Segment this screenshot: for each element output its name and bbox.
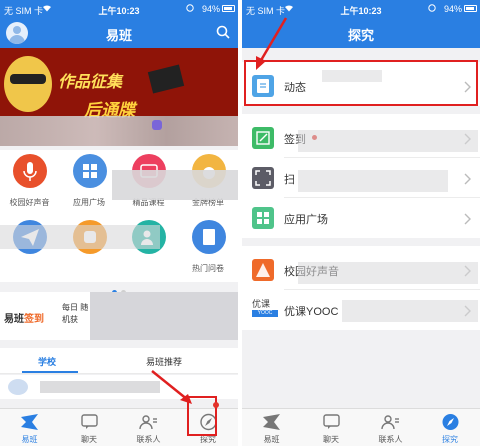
tab-label: 探究 xyxy=(442,435,458,444)
battery-percent: 94% xyxy=(201,4,220,14)
tab-compass[interactable]: 探究 xyxy=(421,409,480,446)
tab-label: 联系人 xyxy=(378,435,403,444)
yooc-logo-icon: 优课 YOOC xyxy=(252,299,278,321)
scan-icon xyxy=(252,167,274,189)
notification-dot xyxy=(213,402,219,408)
blurred-overlay xyxy=(0,225,160,249)
tab-chat-bubble[interactable]: 聊天 xyxy=(302,409,361,446)
app-grid-item[interactable]: 热门问卷 xyxy=(179,216,238,278)
chat-bubble-icon xyxy=(80,413,99,431)
feed-tabs: 学校 易班推荐 xyxy=(0,348,238,374)
blurred-overlay xyxy=(40,381,160,393)
chat-bubble-icon xyxy=(322,413,341,431)
blurred-overlay xyxy=(8,379,28,395)
signin-title: 易班签到 xyxy=(4,314,44,325)
blurred-overlay xyxy=(298,262,478,284)
app-grid-label: 应用广场 xyxy=(73,198,105,207)
tab-yiban-logo[interactable]: 易班 xyxy=(242,409,301,446)
annotation-arrow-icon xyxy=(151,370,192,404)
contacts-icon xyxy=(139,413,158,431)
explore-item-app-square[interactable]: 应用广场 xyxy=(242,198,480,238)
lock-icon xyxy=(152,120,162,130)
blurred-overlay xyxy=(90,292,238,340)
grid-apps-icon xyxy=(72,154,107,188)
bottom-tab-bar: 易班 聊天 联系人 探究 xyxy=(242,408,480,446)
blurred-overlay xyxy=(112,170,238,200)
microphone-icon xyxy=(13,154,47,188)
explore-item-label: 扫 xyxy=(284,174,295,186)
status-bar: 无 SIM 卡 上午10:23 94% xyxy=(0,0,238,18)
page-title: 易班 xyxy=(105,28,132,43)
yiban-logo-icon xyxy=(20,413,39,431)
alarm-icon xyxy=(186,4,194,14)
battery-percent: 94% xyxy=(443,4,462,14)
tab-contacts[interactable]: 联系人 xyxy=(119,409,178,446)
tab-label: 聊天 xyxy=(81,435,97,444)
mascot-illustration xyxy=(4,56,52,112)
survey-icon xyxy=(191,220,226,254)
tab-recommended[interactable]: 易班推荐 xyxy=(146,355,182,368)
banner-headline: 作品征集 xyxy=(58,74,123,91)
home-screen: 无 SIM 卡 上午10:23 94% 易班 作品征集 后通牒 校园好声音 应用广… xyxy=(0,0,238,446)
yooc-logo-sub: YOOC xyxy=(252,310,278,317)
app-grid-item[interactable]: 校园好声音 xyxy=(0,150,59,212)
tab-label: 联系人 xyxy=(136,435,161,444)
blurred-overlay xyxy=(298,170,448,192)
alarm-icon xyxy=(428,4,436,14)
tab-label: 聊天 xyxy=(323,435,339,444)
app-grid-label: 热门问卷 xyxy=(192,264,224,273)
battery-icon xyxy=(222,5,235,12)
compass-icon xyxy=(441,413,460,431)
tab-chat-bubble[interactable]: 聊天 xyxy=(60,409,119,446)
clapperboard-icon xyxy=(147,64,185,94)
yooc-logo-text: 优课 xyxy=(252,299,271,309)
contacts-icon xyxy=(381,413,400,431)
tab-school[interactable]: 学校 xyxy=(38,355,56,368)
tab-label: 易班 xyxy=(21,435,38,444)
promo-banner[interactable]: 作品征集 后通牒 xyxy=(0,48,238,146)
explore-item-label: 应用广场 xyxy=(284,214,328,226)
top-nav-bar: 易班 xyxy=(0,18,238,48)
explore-screen: 无 SIM 卡 上午10:23 94% 探究 动态签到扫应用广场校园好声音优课Y… xyxy=(242,0,480,446)
signin-subtitle: 每日 随机获 xyxy=(62,303,89,324)
annotation-arrow-icon xyxy=(256,17,288,70)
tab-yiban-logo[interactable]: 易班 xyxy=(0,409,59,446)
blurred-overlay xyxy=(0,116,238,146)
blurred-overlay xyxy=(298,130,478,152)
chevron-right-icon xyxy=(464,172,472,185)
app-square-icon xyxy=(252,207,274,229)
battery-icon xyxy=(464,5,477,12)
yiban-logo-icon xyxy=(262,413,281,431)
explore-item-label: 优课YOOC xyxy=(284,306,339,318)
tab-label: 易班 xyxy=(263,435,280,444)
search-icon[interactable] xyxy=(216,25,230,39)
app-grid-item[interactable]: 应用广场 xyxy=(60,150,119,212)
sign-in-icon xyxy=(252,127,274,149)
voice-icon xyxy=(252,259,274,281)
blurred-overlay xyxy=(342,300,478,322)
chevron-right-icon xyxy=(464,212,472,225)
app-grid-label: 校园好声音 xyxy=(9,198,50,207)
tab-contacts[interactable]: 联系人 xyxy=(361,409,420,446)
tab-active-indicator xyxy=(22,371,78,373)
